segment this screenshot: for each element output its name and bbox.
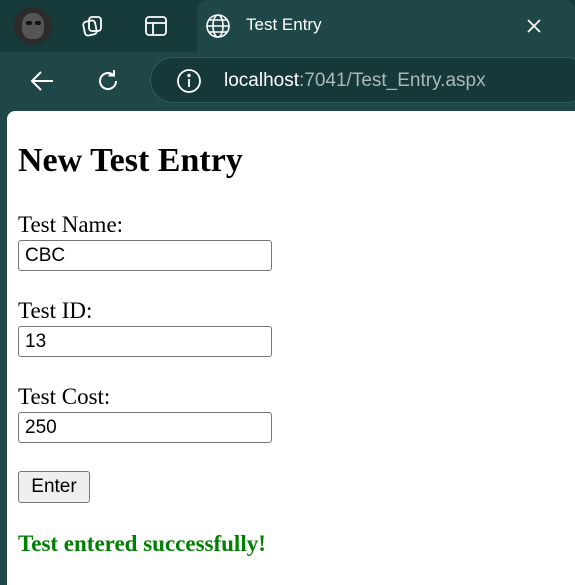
- tab-strip: Test Entry: [0, 0, 575, 52]
- test-cost-input[interactable]: [18, 412, 272, 443]
- test-cost-label: Test Cost:: [18, 384, 111, 409]
- test-id-input[interactable]: [18, 326, 272, 357]
- address-bar[interactable]: localhost:7041/Test_Entry.aspx: [150, 57, 575, 103]
- status-message: Test entered successfully!: [18, 531, 266, 556]
- test-id-label: Test ID:: [18, 298, 93, 323]
- page-content: New Test Entry Test Name: Test ID: Test …: [7, 111, 575, 585]
- globe-icon: [205, 13, 231, 44]
- tab-actions-icon[interactable]: [142, 12, 170, 40]
- tab-title: Test Entry: [246, 15, 322, 34]
- enter-button[interactable]: Enter: [18, 471, 90, 503]
- url-text: localhost:7041/Test_Entry.aspx: [224, 70, 486, 92]
- page-title: New Test Entry: [18, 142, 243, 179]
- workspaces-icon[interactable]: [79, 12, 107, 40]
- refresh-icon[interactable]: [91, 64, 125, 98]
- url-path: :7041/Test_Entry.aspx: [299, 70, 486, 91]
- url-host: localhost: [224, 70, 299, 91]
- browser-toolbar: localhost:7041/Test_Entry.aspx: [0, 52, 575, 110]
- test-name-label: Test Name:: [18, 212, 124, 237]
- profile-avatar[interactable]: [14, 7, 52, 45]
- test-name-input[interactable]: [18, 240, 272, 271]
- info-icon[interactable]: [176, 68, 202, 99]
- back-arrow-icon[interactable]: [25, 64, 59, 98]
- close-icon[interactable]: [522, 14, 546, 38]
- active-tab[interactable]: Test Entry: [197, 0, 575, 52]
